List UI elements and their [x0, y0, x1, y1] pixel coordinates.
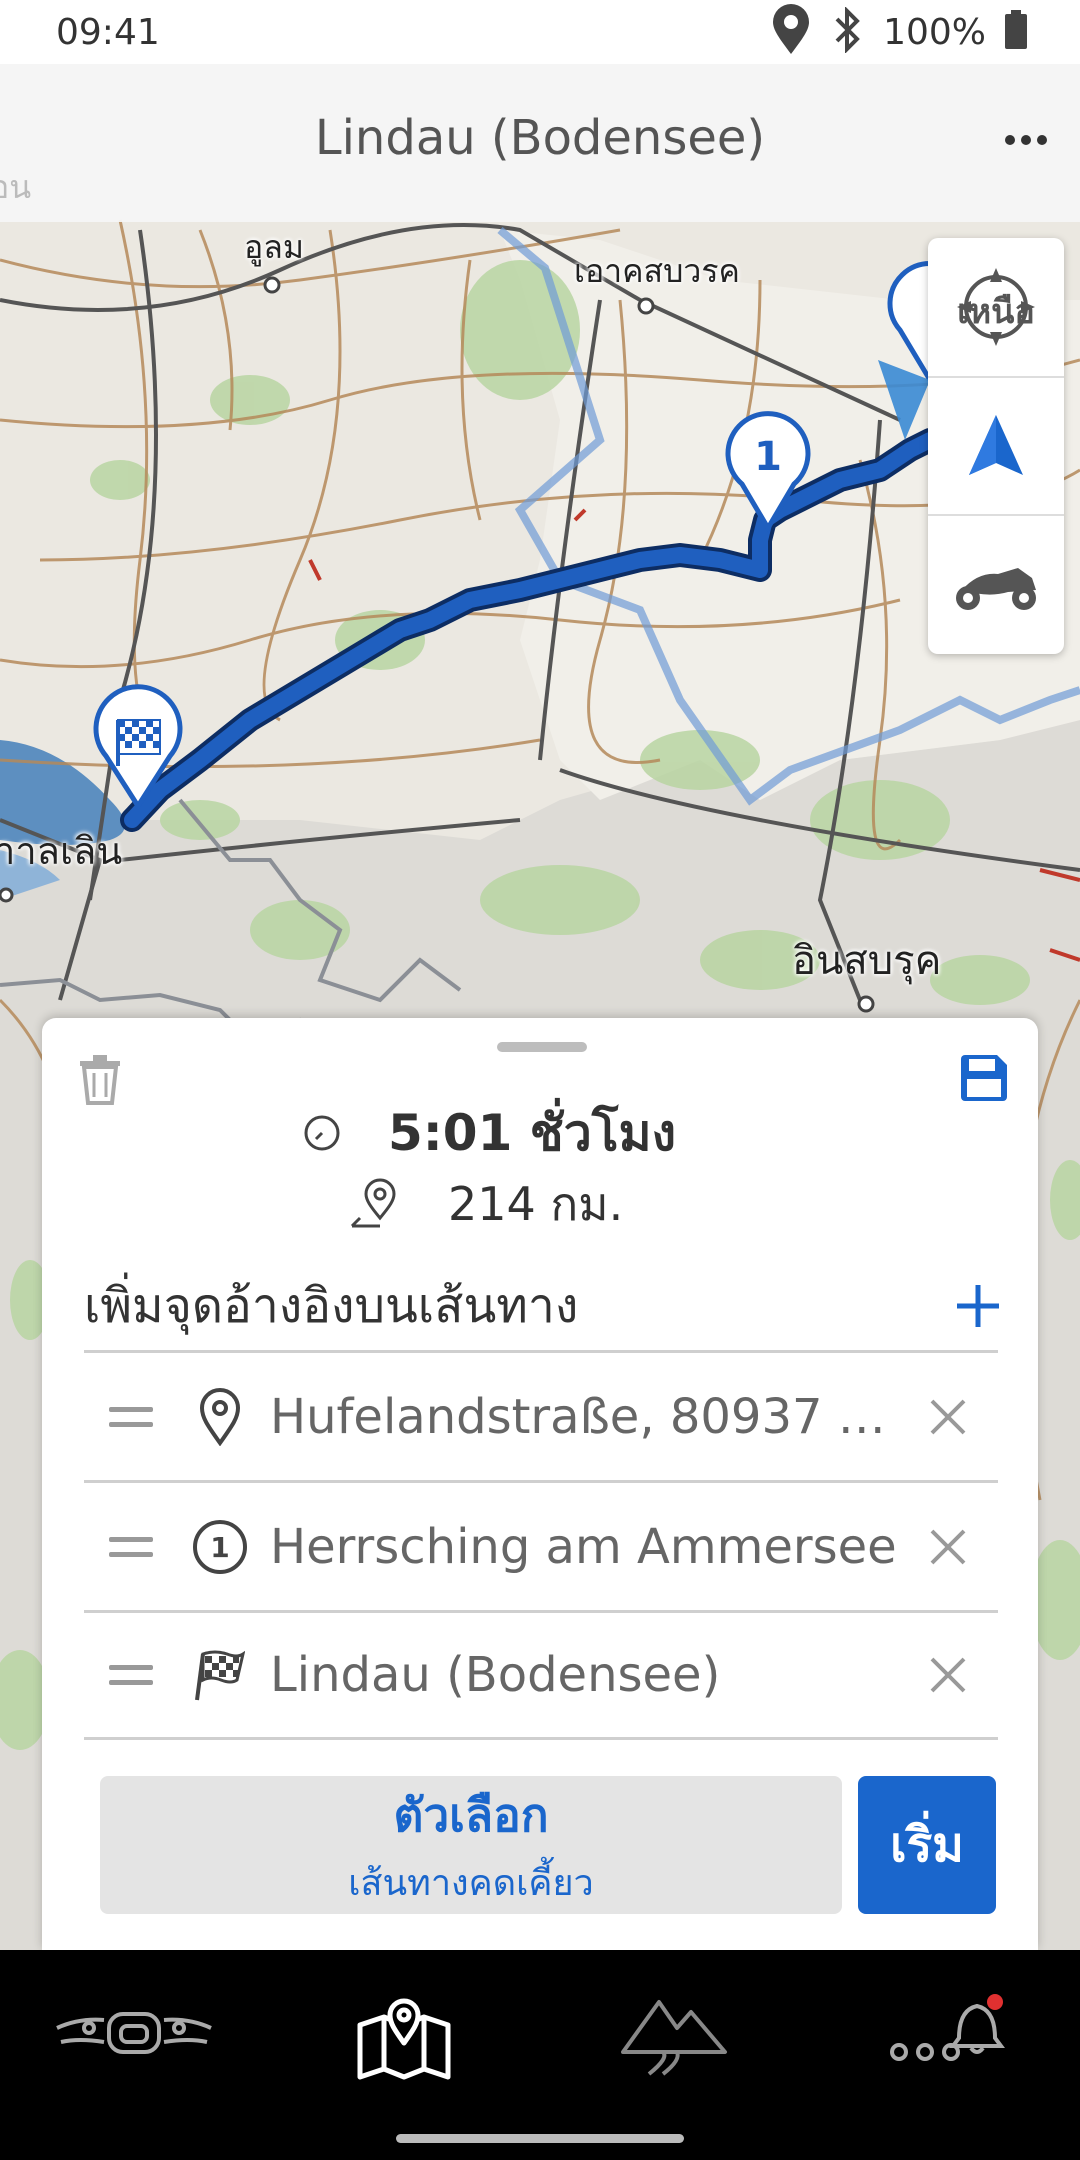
route-distance: 214 กม.	[350, 1174, 623, 1234]
nav-dashboard[interactable]	[34, 1974, 234, 2092]
home-indicator[interactable]	[396, 2134, 684, 2143]
drag-handle-icon[interactable]	[86, 1353, 176, 1480]
route-options-button[interactable]: ตัวเลือก เส้นทางคดเคี้ยว	[100, 1776, 842, 1914]
nav-notifications[interactable]	[844, 1974, 1044, 2092]
map-label-bregenz: าาลเลิน	[0, 829, 123, 873]
waypoint-label: Lindau (Bodensee)	[270, 1647, 721, 1703]
motorcycle-dashboard-icon	[56, 2012, 212, 2054]
checkered-flag-icon	[180, 1613, 260, 1737]
route-sheet: 5:01 ชั่วโมง 214 กม. เพิ่มจุดอ้างอิงบนเส…	[42, 1018, 1038, 1950]
header-faded-map-label: อน	[0, 168, 32, 206]
map-label-augsburg: เอาคสบวรค	[574, 252, 740, 290]
waypoint-number: 1	[210, 1531, 229, 1564]
battery-icon	[1004, 10, 1028, 54]
waypoint-row[interactable]: 1 Herrsching am Ammersee	[84, 1480, 998, 1610]
remove-waypoint-button[interactable]	[898, 1353, 998, 1480]
remove-waypoint-button[interactable]	[898, 1613, 998, 1737]
trash-icon	[80, 1055, 120, 1105]
plus-icon	[957, 1285, 999, 1327]
start-navigation-button[interactable]: เริ่ม	[858, 1776, 996, 1914]
close-icon	[930, 1529, 966, 1564]
bluetooth-icon	[831, 6, 865, 57]
distance-pin-icon	[350, 1178, 396, 1228]
waypoint-label: Hufelandstraße, 80937 M...	[270, 1388, 898, 1445]
save-route-button[interactable]	[952, 1046, 1016, 1110]
map-label-ulm: อูลม	[244, 228, 304, 266]
remove-waypoint-button[interactable]	[898, 1483, 998, 1610]
svg-text:1: 1	[754, 434, 782, 480]
nav-route-planner[interactable]	[304, 1974, 504, 2092]
waypoint-row[interactable]: Lindau (Bodensee)	[84, 1610, 998, 1740]
nav-explore[interactable]	[574, 1974, 774, 2092]
compass-label: เหนือ	[957, 292, 1035, 332]
route-header: อน Lindau (Bodensee)	[0, 64, 1080, 222]
drag-handle-icon[interactable]	[86, 1613, 176, 1737]
location-pin-icon	[180, 1353, 260, 1480]
recenter-button[interactable]	[928, 376, 1064, 514]
notification-badge	[987, 1994, 1003, 2010]
vehicle-mode-button[interactable]	[928, 514, 1064, 652]
sheet-drag-handle[interactable]	[497, 1042, 587, 1052]
options-title: ตัวเลือก	[393, 1788, 549, 1842]
save-icon	[961, 1055, 1007, 1101]
add-waypoint-button[interactable]	[946, 1274, 1010, 1338]
duration-value: 5:01 ชั่วโมง	[388, 1103, 677, 1162]
location-icon	[769, 4, 813, 60]
motorcycle-icon	[956, 568, 1036, 610]
options-subtitle: เส้นทางคดเคี้ยว	[348, 1863, 594, 1904]
add-waypoint-label: เพิ่มจุดอ้างอิงบนเส้นทาง	[84, 1278, 579, 1334]
more-dots-icon[interactable]	[994, 108, 1058, 172]
status-icons: 100%	[769, 4, 1028, 60]
delete-route-button[interactable]	[70, 1050, 130, 1110]
map-controls: เหนือ	[928, 238, 1064, 654]
navigation-arrow-icon	[969, 415, 1023, 475]
page-title: Lindau (Bodensee)	[314, 110, 766, 166]
mountain-routes-icon	[621, 2000, 727, 2076]
status-bar: 09:41 100%	[0, 0, 1080, 64]
waypoint-label: Herrsching am Ammersee	[270, 1518, 897, 1575]
route-duration: 5:01 ชั่วโมง	[302, 1100, 676, 1166]
bottom-navigation	[0, 1950, 1080, 2160]
stopwatch-icon	[304, 1115, 340, 1151]
waypoint-row[interactable]: Hufelandstraße, 80937 M...	[84, 1350, 998, 1480]
waypoint-number-icon: 1	[180, 1483, 260, 1610]
compass-button[interactable]: เหนือ	[928, 238, 1064, 376]
drag-handle-icon[interactable]	[86, 1483, 176, 1610]
route-map-icon	[357, 1998, 451, 2080]
distance-value: 214 กม.	[448, 1176, 624, 1231]
status-time: 09:41	[56, 12, 160, 53]
map-label-innsbruck: อินสบรุค	[792, 938, 942, 984]
battery-percent: 100%	[883, 11, 986, 53]
notifications-icon	[890, 1994, 1005, 2061]
close-icon	[930, 1657, 966, 1693]
close-icon	[930, 1399, 966, 1434]
